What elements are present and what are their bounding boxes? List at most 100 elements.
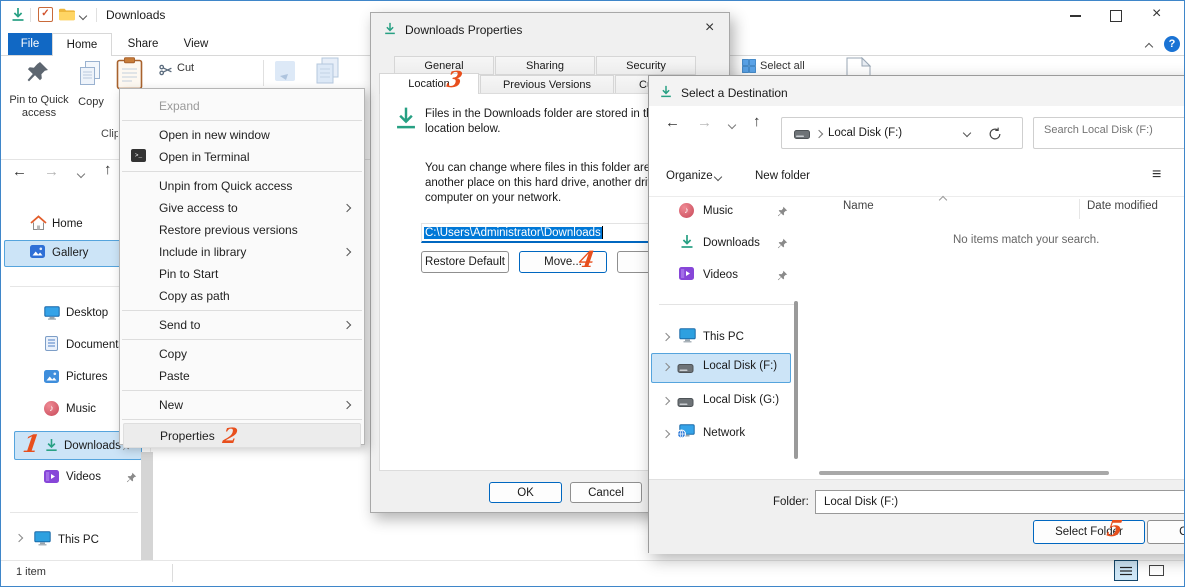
maximize-button[interactable] [1110,10,1122,22]
titlebar-dropdown-icon[interactable] [79,12,87,20]
menu-item-expand[interactable]: Expand [120,95,364,117]
help-icon[interactable]: ? [1164,36,1180,52]
sidebar-item-this-pc[interactable]: This PC [58,534,99,546]
sidebar-scrollbar[interactable] [141,452,153,560]
search-box[interactable] [1033,117,1185,149]
view-options-icon[interactable]: ≡ [1152,166,1161,184]
cut-button[interactable]: Cut [177,62,194,74]
pin-icon-small-2 [126,472,137,483]
tree-item-music[interactable]: Music [703,205,733,217]
destination-cancel-button[interactable]: Cancel [1147,520,1185,544]
cancel-button[interactable]: Cancel [570,482,642,503]
menu-item-give-access-label: Give access to [159,201,238,215]
recent-locations-icon[interactable] [77,170,85,178]
tree-separator [659,304,794,305]
tab-previous-versions[interactable]: Previous Versions [480,75,614,94]
tree-this-pc-icon [679,328,696,343]
folder-icon[interactable] [58,8,76,21]
address-bar[interactable]: Local Disk (F:) [781,117,1023,149]
menu-item-unpin-quick-access[interactable]: Unpin from Quick access [120,175,364,197]
destination-dialog-title: Select a Destination [681,86,788,100]
tree-item-videos[interactable]: Videos [703,269,738,281]
quick-access-check-icon[interactable]: ✓ [38,7,53,22]
tree-network-expand-icon[interactable] [662,430,670,438]
forward-icon[interactable]: → [44,163,59,180]
tree-disk-g-icon [677,398,694,407]
menu-item-open-terminal-label: Open in Terminal [159,150,250,164]
sidebar-item-music[interactable]: Music [66,403,96,415]
menu-item-open-terminal[interactable]: >_ Open in Terminal [120,146,364,168]
restore-default-button[interactable]: Restore Default [421,251,509,273]
ok-button[interactable]: OK [489,482,562,503]
select-folder-button[interactable]: Select Folder [1033,520,1145,544]
menu-item-new[interactable]: New [120,394,364,416]
menu-item-restore-versions[interactable]: Restore previous versions [120,219,364,241]
tab-security[interactable]: Security [596,56,696,75]
close-button[interactable]: × [1152,5,1161,23]
tab-sharing[interactable]: Sharing [495,56,595,75]
column-header-date-modified[interactable]: Date modified [1087,200,1158,212]
search-input[interactable] [1042,123,1185,137]
sidebar-item-desktop[interactable]: Desktop [66,307,108,319]
up-icon[interactable]: ↑ [104,161,112,178]
horizontal-scrollbar[interactable] [819,471,1109,475]
sidebar-item-documents[interactable]: Documents [66,339,124,351]
menu-item-include-library[interactable]: Include in library [120,241,364,263]
collapse-ribbon-icon[interactable] [1145,43,1153,51]
destination-back-icon[interactable]: ← [665,114,680,131]
destination-dialog-icon [659,85,673,99]
tree-disk-g-expand-icon[interactable] [662,397,670,405]
folder-name-input[interactable]: Local Disk (F:) [815,490,1185,514]
tab-file[interactable]: File [8,33,52,55]
tab-share[interactable]: Share [116,33,170,55]
tree-item-local-disk-g[interactable]: Local Disk (G:) [703,394,779,406]
tab-home[interactable]: Home [52,33,112,56]
sidebar-item-downloads-label: Downloads [64,440,121,452]
tree-item-network[interactable]: Network [703,427,745,439]
menu-item-copy[interactable]: Copy [120,343,364,365]
new-folder-button[interactable]: New folder [755,170,810,182]
submenu-arrow-icon [343,204,351,212]
tree-item-downloads[interactable]: Downloads [703,237,760,249]
submenu-arrow-icon [343,248,351,256]
menu-item-pin-to-start[interactable]: Pin to Start [120,263,364,285]
copy-button[interactable]: Copy [74,96,108,108]
organize-button[interactable]: Organize [666,170,713,182]
back-icon[interactable]: ← [12,163,27,180]
menu-item-give-access[interactable]: Give access to [120,197,364,219]
sidebar-item-home[interactable]: Home [52,218,83,230]
details-view-button[interactable] [1114,560,1138,581]
column-divider[interactable] [1079,199,1080,219]
this-pc-expand-icon[interactable] [15,534,23,542]
destination-forward-icon[interactable]: → [697,114,712,131]
tab-view[interactable]: View [172,33,220,55]
paste-clipboard-icon[interactable] [116,57,143,90]
menu-item-open-new-window[interactable]: Open in new window [120,124,364,146]
pin-icon-small [777,238,788,249]
menu-item-send-to-label: Send to [159,318,200,332]
refresh-icon[interactable] [988,127,1002,141]
content-view-button[interactable] [1144,560,1168,581]
sidebar-item-videos[interactable]: Videos [66,471,101,483]
tree-item-this-pc[interactable]: This PC [703,331,744,343]
address-dropdown-icon[interactable] [963,129,971,137]
minimize-button[interactable] [1070,15,1081,17]
tree-this-pc-expand-icon[interactable] [662,333,670,341]
breadcrumb-arrow-icon [815,130,823,138]
properties-dialog-title: Downloads Properties [405,23,522,37]
pin-to-quick-access-button[interactable]: Pin to Quick access [2,94,76,120]
menu-item-send-to[interactable]: Send to [120,314,364,336]
destination-recent-icon[interactable] [728,121,736,129]
menu-item-paste[interactable]: Paste [120,365,364,387]
tab-location[interactable]: Location [379,73,479,94]
menu-item-copy-as-path[interactable]: Copy as path [120,285,364,307]
details-view-icon [1120,566,1132,576]
menu-item-properties[interactable]: Properties 2 [123,423,361,448]
destination-up-icon[interactable]: ↑ [753,113,761,130]
content-view-icon [1149,565,1164,576]
tree-scrollbar[interactable] [794,301,798,459]
select-all-button[interactable]: Select all [760,60,805,72]
sidebar-item-pictures[interactable]: Pictures [66,371,108,383]
properties-close-button[interactable]: × [705,19,714,37]
column-header-name[interactable]: Name [843,200,874,212]
